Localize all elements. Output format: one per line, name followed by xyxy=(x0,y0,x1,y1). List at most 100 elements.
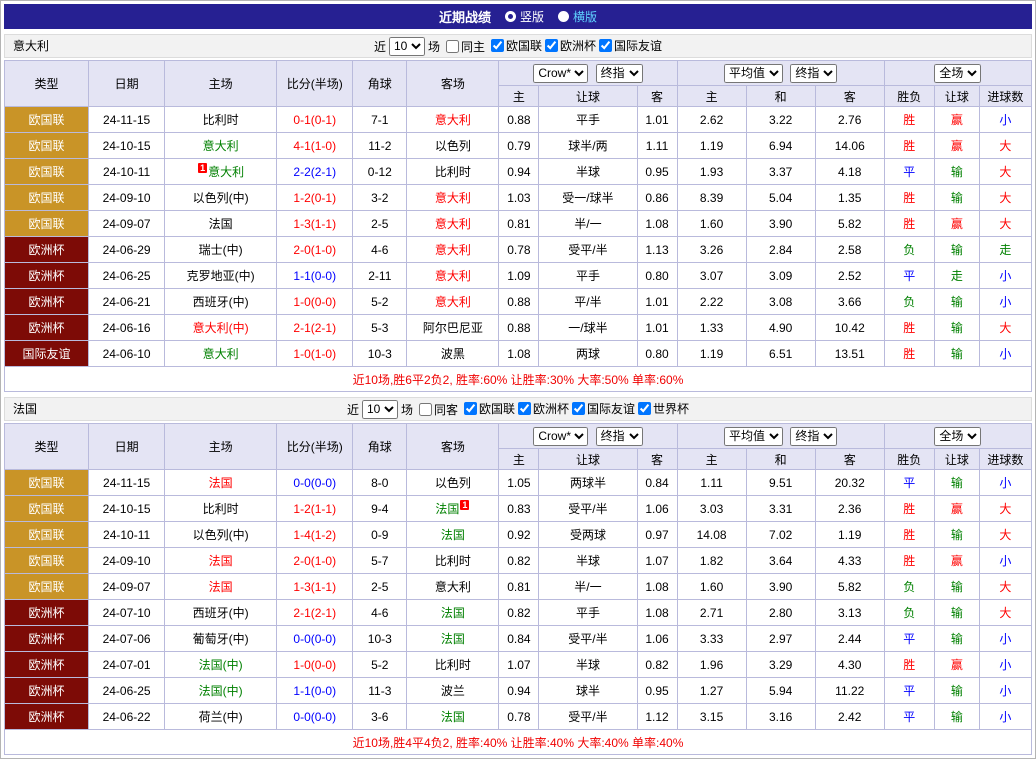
home-team-name[interactable]: 克罗地亚(中) xyxy=(187,269,255,283)
competition-filter[interactable]: 世界杯 xyxy=(638,400,689,417)
competition-checkbox[interactable] xyxy=(599,39,612,52)
away-team-name[interactable]: 比利时 xyxy=(435,554,471,568)
home-team-name[interactable]: 比利时 xyxy=(203,502,239,516)
away-team-name[interactable]: 意大利 xyxy=(435,295,471,309)
odds-stage-select[interactable]: 终指 xyxy=(596,427,643,446)
competition-type-cell: 欧洲杯 xyxy=(5,289,89,315)
recent-count-select[interactable]: 10 xyxy=(389,37,425,56)
competition-filter[interactable]: 欧洲杯 xyxy=(545,37,596,54)
recent-count-select[interactable]: 10 xyxy=(362,400,398,419)
competition-checkbox[interactable] xyxy=(638,402,651,415)
home-team-name[interactable]: 比利时 xyxy=(203,113,239,127)
competition-checkbox[interactable] xyxy=(518,402,531,415)
away-team-name[interactable]: 以色列 xyxy=(435,139,471,153)
euro-stage-select[interactable]: 终指 xyxy=(790,427,837,446)
home-team-name[interactable]: 荷兰(中) xyxy=(199,710,243,724)
home-team-name[interactable]: 葡萄牙(中) xyxy=(193,632,249,646)
away-team-name[interactable]: 法国 xyxy=(441,528,465,542)
same-venue-checkbox[interactable] xyxy=(419,403,432,416)
home-team-name[interactable]: 西班牙(中) xyxy=(193,295,249,309)
competition-checkbox[interactable] xyxy=(545,39,558,52)
competition-filter[interactable]: 国际友谊 xyxy=(572,400,635,417)
away-team-name[interactable]: 意大利 xyxy=(435,243,471,257)
away-team-name[interactable]: 法国 xyxy=(441,606,465,620)
home-team-name[interactable]: 法国 xyxy=(209,476,233,490)
asian-odds-group-header: Crow* 终指 xyxy=(499,424,677,449)
away-team-name[interactable]: 波兰 xyxy=(441,684,465,698)
scope-select[interactable]: 全场 xyxy=(934,427,981,446)
match-row: 欧国联24-09-10法国2-0(1-0)5-7比利时0.82半球1.071.8… xyxy=(5,548,1032,574)
competition-filter[interactable]: 欧洲杯 xyxy=(518,400,569,417)
competition-checkbox[interactable] xyxy=(572,402,585,415)
result-wdl-cell: 胜 xyxy=(884,522,934,548)
handicap-odds-away-cell: 1.08 xyxy=(637,574,677,600)
competition-filter[interactable]: 国际友谊 xyxy=(599,37,662,54)
home-team-name[interactable]: 意大利 xyxy=(203,347,239,361)
euro-average-select[interactable]: 平均值 xyxy=(724,64,783,83)
home-team-name[interactable]: 西班牙(中) xyxy=(193,606,249,620)
competition-checkbox[interactable] xyxy=(464,402,477,415)
euro-stage-select[interactable]: 终指 xyxy=(790,64,837,83)
col-asian-away: 客 xyxy=(637,86,677,107)
home-team-name[interactable]: 意大利 xyxy=(208,165,244,179)
competition-filter[interactable]: 欧国联 xyxy=(464,400,515,417)
odds-stage-select[interactable]: 终指 xyxy=(596,64,643,83)
result-goals-cell: 大 xyxy=(979,159,1031,185)
odds-company-select[interactable]: Crow* xyxy=(533,427,588,446)
odds-company-select[interactable]: Crow* xyxy=(533,64,588,83)
same-venue-filter[interactable]: 同客 xyxy=(419,401,458,418)
away-team-name[interactable]: 意大利 xyxy=(435,191,471,205)
away-team-name[interactable]: 法国 xyxy=(441,710,465,724)
away-team-name[interactable]: 比利时 xyxy=(435,165,471,179)
away-team-name[interactable]: 以色列 xyxy=(435,476,471,490)
layout-vertical-label: 竖版 xyxy=(520,8,544,25)
same-venue-checkbox[interactable] xyxy=(446,40,459,53)
corner-cell: 11-3 xyxy=(353,678,407,704)
col-euro-away: 客 xyxy=(815,86,884,107)
handicap-odds-away-cell: 1.01 xyxy=(637,289,677,315)
layout-option-vertical[interactable]: 竖版 xyxy=(505,8,544,25)
result-goals-cell: 小 xyxy=(979,548,1031,574)
competition-checkbox[interactable] xyxy=(491,39,504,52)
home-team-name[interactable]: 法国 xyxy=(209,217,233,231)
home-team-name[interactable]: 以色列(中) xyxy=(193,191,249,205)
result-wdl-cell: 负 xyxy=(884,574,934,600)
home-team-name[interactable]: 法国 xyxy=(209,554,233,568)
away-team-name[interactable]: 法国 xyxy=(435,502,459,516)
col-asian-home: 主 xyxy=(499,86,539,107)
home-team-name[interactable]: 瑞士(中) xyxy=(199,243,243,257)
home-team-name[interactable]: 意大利(中) xyxy=(193,321,249,335)
avg-odds-home-cell: 1.33 xyxy=(677,315,746,341)
result-wdl-cell: 胜 xyxy=(884,133,934,159)
handicap-odds-away-cell: 1.08 xyxy=(637,600,677,626)
away-team-name[interactable]: 意大利 xyxy=(435,580,471,594)
competition-filter[interactable]: 欧国联 xyxy=(491,37,542,54)
home-team-cell: 法国(中) xyxy=(165,652,277,678)
home-team-name[interactable]: 意大利 xyxy=(203,139,239,153)
away-team-name[interactable]: 法国 xyxy=(441,632,465,646)
radio-selected-icon[interactable] xyxy=(505,11,516,22)
score-cell: 2-0(1-0) xyxy=(277,237,353,263)
scope-select[interactable]: 全场 xyxy=(934,64,981,83)
home-team-name[interactable]: 法国(中) xyxy=(199,658,243,672)
radio-unselected-icon[interactable] xyxy=(558,11,569,22)
euro-average-select[interactable]: 平均值 xyxy=(724,427,783,446)
away-team-name[interactable]: 意大利 xyxy=(435,217,471,231)
result-handicap-cell: 赢 xyxy=(934,652,979,678)
result-handicap-cell: 输 xyxy=(934,626,979,652)
result-group-header: 全场 xyxy=(884,61,1031,86)
home-team-name[interactable]: 法国(中) xyxy=(199,684,243,698)
titlebar: 近期战绩 竖版 横版 xyxy=(4,4,1032,29)
away-team-cell: 意大利 xyxy=(407,263,499,289)
home-team-name[interactable]: 以色列(中) xyxy=(193,528,249,542)
home-team-name[interactable]: 法国 xyxy=(209,580,233,594)
away-team-name[interactable]: 比利时 xyxy=(435,658,471,672)
match-row: 欧国联24-10-11以色列(中)1-4(1-2)0-9法国0.92受两球0.9… xyxy=(5,522,1032,548)
same-venue-filter[interactable]: 同主 xyxy=(446,38,485,55)
layout-option-horizontal[interactable]: 横版 xyxy=(558,8,597,25)
away-team-name[interactable]: 波黑 xyxy=(441,347,465,361)
away-team-name[interactable]: 意大利 xyxy=(435,269,471,283)
away-team-name[interactable]: 阿尔巴尼亚 xyxy=(423,321,483,335)
away-team-name[interactable]: 意大利 xyxy=(435,113,471,127)
result-goals-cell: 小 xyxy=(979,470,1031,496)
